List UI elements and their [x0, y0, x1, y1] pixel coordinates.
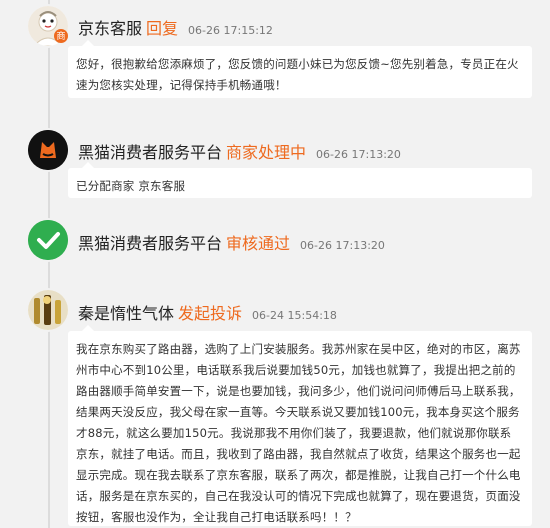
message-bubble: 我在京东购买了路由器，选购了上门安装服务。我苏州家在吴中区，绝对的市区，离苏州市… — [68, 325, 532, 526]
message-text: 已分配商家 京东客服 — [76, 179, 186, 193]
svg-text:商: 商 — [56, 30, 65, 42]
timeline-line — [48, 0, 50, 528]
action-label: 发起投诉 — [178, 304, 243, 323]
message-text: 我在京东购买了路由器，选购了上门安装服务。我苏州家在吴中区，绝对的市区，离苏州市… — [76, 342, 521, 524]
entry-header: 京东客服 回复 06-26 17:15:12 — [78, 15, 273, 39]
sender-name: 京东客服 — [78, 19, 143, 38]
action-label: 商家处理中 — [226, 143, 307, 162]
action-label: 回复 — [146, 19, 179, 38]
message-bubble: 您好，很抱歉给您添麻烦了，您反馈的问题小妹已为您反馈~您先别着急，专员正在火速为… — [68, 40, 532, 98]
jd-badge-icon: 商 — [54, 29, 68, 43]
timestamp: 06-26 17:15:12 — [188, 24, 273, 37]
message-text: 您好，很抱歉给您添麻烦了，您反馈的问题小妹已为您反馈~您先别着急，专员正在火速为… — [76, 57, 519, 92]
action-label: 审核通过 — [226, 234, 291, 253]
check-icon — [28, 220, 68, 260]
message-bubble: 已分配商家 京东客服 — [68, 162, 532, 198]
timestamp: 06-26 17:13:20 — [316, 148, 401, 161]
timestamp: 06-26 17:13:20 — [300, 239, 385, 252]
entry-header: 黑猫消费者服务平台 商家处理中 06-26 17:13:20 — [78, 139, 401, 163]
entry-header: 黑猫消费者服务平台 审核通过 06-26 17:13:20 — [78, 230, 385, 254]
timestamp: 06-24 15:54:18 — [252, 309, 337, 322]
sender-name: 秦是惰性气体 — [78, 304, 175, 323]
sender-name: 黑猫消费者服务平台 — [78, 234, 223, 253]
sender-name: 黑猫消费者服务平台 — [78, 143, 223, 162]
user-avatar — [28, 290, 68, 330]
entry-header: 秦是惰性气体 发起投诉 06-24 15:54:18 — [78, 300, 337, 324]
black-cat-icon — [28, 130, 68, 170]
